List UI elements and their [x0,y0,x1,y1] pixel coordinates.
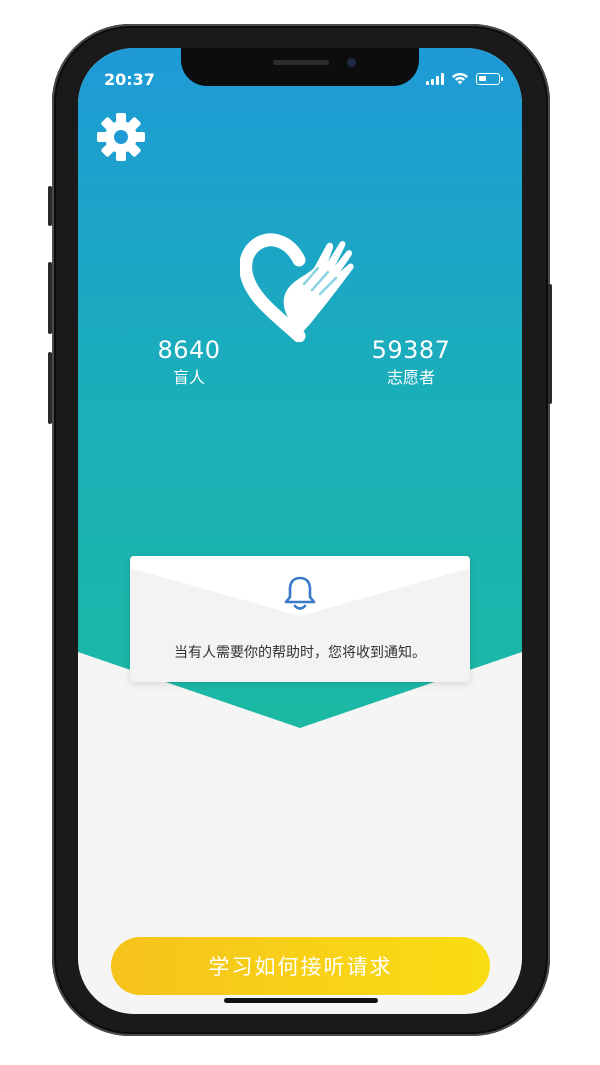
bell-icon [284,576,316,610]
power-button [548,284,552,404]
notification-card: 当有人需要你的帮助时，您将收到通知。 [130,556,470,682]
volume-up-button [48,262,52,334]
app-screen: 20:37 8640 盲人 59387 志愿者 当有人需要你的帮助时，您将收到通… [78,48,522,1014]
silent-switch [48,186,52,226]
volume-down-button [48,352,52,424]
status-icons [426,72,503,85]
wifi-icon [452,73,468,85]
home-indicator [224,998,378,1003]
notification-text: 当有人需要你的帮助时，您将收到通知。 [174,645,426,661]
signal-icon [426,73,444,85]
learn-answer-requests-button[interactable]: 学习如何接听请求 [111,937,490,995]
gear-icon[interactable] [96,112,146,162]
volunteer-stat: 59387 志愿者 [351,336,471,388]
battery-icon [476,73,503,85]
notch [181,48,419,86]
speaker [273,60,329,65]
status-time: 20:37 [104,70,155,89]
volunteer-label: 志愿者 [386,368,435,387]
blind-label: 盲人 [172,368,205,387]
front-camera [347,58,356,67]
blind-count: 8640 [157,336,221,364]
volunteer-count: 59387 [371,336,451,364]
heart-hand-logo [240,233,354,342]
blind-stat: 8640 盲人 [129,336,249,388]
